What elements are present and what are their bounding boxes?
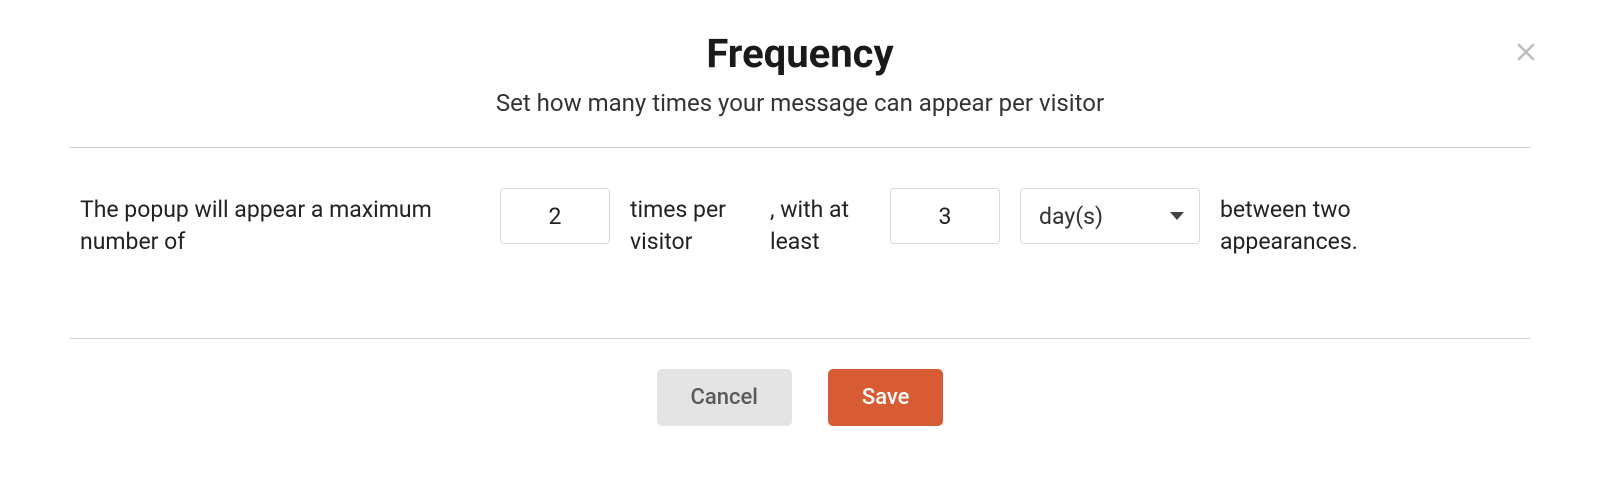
unit-select[interactable]: hour(s)day(s)week(s): [1020, 188, 1200, 244]
modal-title: Frequency: [80, 30, 1520, 77]
modal-footer: Cancel Save: [0, 339, 1600, 426]
save-button[interactable]: Save: [828, 369, 944, 426]
times-per-visitor-text: times per visitor: [630, 188, 750, 258]
max-times-input[interactable]: [500, 188, 610, 244]
frequency-modal: Frequency Set how many times your messag…: [0, 0, 1600, 504]
between-text: between two appearances.: [1220, 188, 1390, 258]
modal-body: The popup will appear a maximum number o…: [0, 148, 1600, 308]
close-button[interactable]: [1512, 40, 1540, 68]
modal-header: Frequency Set how many times your messag…: [0, 30, 1600, 117]
cancel-button[interactable]: Cancel: [657, 369, 792, 426]
interval-input[interactable]: [890, 188, 1000, 244]
with-at-least-text: , with at least: [770, 188, 870, 258]
close-icon: [1514, 40, 1538, 68]
modal-subtitle: Set how many times your message can appe…: [80, 89, 1520, 117]
lead-text: The popup will appear a maximum number o…: [80, 188, 480, 258]
unit-select-wrap: hour(s)day(s)week(s): [1020, 188, 1200, 244]
